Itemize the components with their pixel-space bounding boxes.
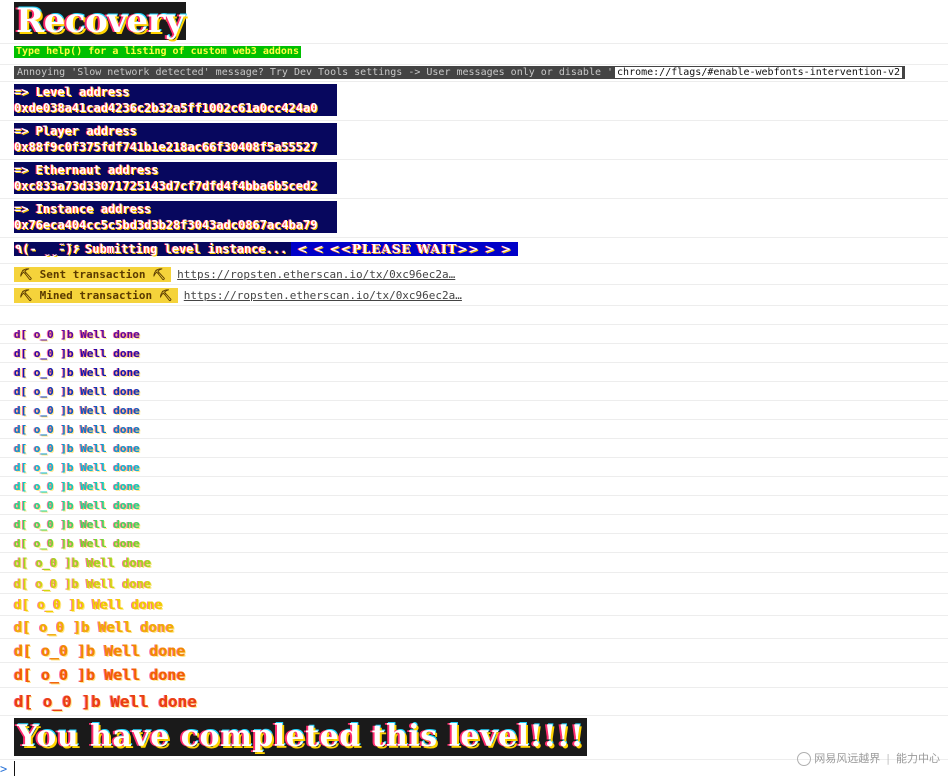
well-done-message: d[ o_0 ]b Well done: [14, 556, 152, 570]
annoying-text: Annoying 'Slow network detected' message…: [17, 67, 614, 78]
well-done-message: d[ o_0 ]b Well done: [14, 423, 140, 436]
watermark-left-text: 网易风远越界: [814, 752, 881, 765]
well-done-message: d[ o_0 ]b Well done: [14, 480, 140, 493]
well-done-row: d[ o_0 ]b Well done: [0, 363, 948, 382]
instance-address-value: 0x76eca404cc5c5bd3d3b28f3043adc0867ac4ba…: [14, 218, 318, 232]
well-done-row: d[ o_0 ]b Well done: [0, 515, 948, 534]
well-done-row: d[ o_0 ]b Well done: [0, 688, 948, 716]
ethernaut-address-value: 0xc833a73d33071725143d7cf7dfd4f4bba6b5ce…: [14, 179, 318, 193]
watermark: 网易风远越界 | 能力中心: [797, 750, 940, 766]
well-done-message: d[ o_0 ]b Well done: [14, 642, 186, 660]
submitting-face: ٩(- ̮̮̃-̃)۶: [14, 242, 82, 256]
console-row-title: Recovery: [0, 0, 948, 44]
level-title: Recovery: [14, 1, 187, 41]
well-done-message: d[ o_0 ]b Well done: [14, 366, 140, 379]
console-row-instance-address: => Instance address 0x76eca404cc5c5bd3d3…: [0, 199, 948, 238]
console-row-help: Type help() for a listing of custom web3…: [0, 44, 948, 65]
well-done-row: d[ o_0 ]b Well done: [0, 439, 948, 458]
sent-transaction-message: ⛏ Sent transaction ⛏ https://ropsten.ethe…: [14, 267, 455, 283]
well-done-row: d[ o_0 ]b Well done: [0, 639, 948, 663]
annoying-message: Annoying 'Slow network detected' message…: [14, 66, 905, 79]
well-done-row: d[ o_0 ]b Well done: [0, 534, 948, 553]
submitting-text: Submitting level instance...: [81, 242, 292, 256]
well-done-row: d[ o_0 ]b Well done: [0, 477, 948, 496]
well-done-row: d[ o_0 ]b Well done: [0, 344, 948, 363]
well-done-message: d[ o_0 ]b Well done: [14, 442, 140, 455]
well-done-row: d[ o_0 ]b Well done: [0, 401, 948, 420]
submitting-message: ٩(- ̮̮̃-̃)۶ Submitting level instance... <…: [14, 240, 518, 258]
player-address-value: 0x88f9c0f375fdf741b1e218ac66f30408f5a555…: [14, 140, 318, 154]
well-done-message: d[ o_0 ]b Well done: [14, 385, 140, 398]
mined-transaction-badge: ⛏ Mined transaction ⛏: [14, 288, 178, 303]
player-address-label: => Player address: [14, 124, 137, 138]
help-message: Type help() for a listing of custom web3…: [14, 46, 301, 58]
player-address-block: => Player address 0x88f9c0f375fdf741b1e2…: [14, 123, 337, 155]
well-done-message: d[ o_0 ]b Well done: [14, 328, 140, 341]
console-row-level-address: => Level address 0xde038a41cad4236c2b32a…: [0, 82, 948, 121]
circle-logo-icon: [797, 752, 812, 766]
chrome-flag-link[interactable]: chrome://flags/#enable-webfonts-interven…: [615, 67, 902, 78]
well-done-row: d[ o_0 ]b Well done: [0, 616, 948, 639]
well-done-row: d[ o_0 ]b Well done: [0, 458, 948, 477]
well-done-message: d[ o_0 ]b Well done: [14, 537, 140, 550]
mined-transaction-message: ⛏ Mined transaction ⛏ https://ropsten.eth…: [14, 288, 462, 304]
console-row-mined-transaction: ⛏ Mined transaction ⛏ https://ropsten.eth…: [0, 285, 948, 306]
well-done-message: d[ o_0 ]b Well done: [14, 577, 152, 591]
well-done-message: d[ o_0 ]b Well done: [14, 347, 140, 360]
console-row-annoying: Annoying 'Slow network detected' message…: [0, 65, 948, 82]
console-input-caret[interactable]: [14, 761, 15, 776]
console-row-ethernaut-address: => Ethernaut address 0xc833a73d330717251…: [0, 160, 948, 199]
chevron-right-icon: >: [0, 762, 8, 776]
well-done-row: d[ o_0 ]b Well done: [0, 420, 948, 439]
watermark-right-text: 能力中心: [896, 752, 940, 765]
well-done-row: d[ o_0 ]b Well done: [0, 573, 948, 594]
sent-transaction-badge: ⛏ Sent transaction ⛏: [14, 267, 172, 282]
well-done-row: d[ o_0 ]b Well done: [0, 663, 948, 688]
well-done-row: d[ o_0 ]b Well done: [0, 325, 948, 344]
well-done-message: d[ o_0 ]b Well done: [14, 666, 186, 684]
console-row-submitting: ٩(- ̮̮̃-̃)۶ Submitting level instance... <…: [0, 238, 948, 264]
level-address-value: 0xde038a41cad4236c2b32a5ff1002c61a0cc424…: [14, 101, 318, 115]
mined-transaction-link[interactable]: https://ropsten.etherscan.io/tx/0xc96ec2…: [184, 289, 462, 302]
please-wait-banner: < < <<PLEASE WAIT>> > >: [291, 242, 518, 256]
ethernaut-address-label: => Ethernaut address: [14, 163, 159, 177]
instance-address-label: => Instance address: [14, 202, 152, 216]
well-done-message: d[ o_0 ]b Well done: [14, 461, 140, 474]
sent-transaction-link[interactable]: https://ropsten.etherscan.io/tx/0xc96ec2…: [177, 268, 455, 281]
watermark-separator: |: [886, 752, 890, 765]
well-done-message: d[ o_0 ]b Well done: [14, 692, 198, 711]
well-done-message: d[ o_0 ]b Well done: [14, 404, 140, 417]
instance-address-block: => Instance address 0x76eca404cc5c5bd3d3…: [14, 201, 337, 233]
well-done-row: d[ o_0 ]b Well done: [0, 382, 948, 401]
well-done-message: d[ o_0 ]b Well done: [14, 620, 175, 636]
ethernaut-address-block: => Ethernaut address 0xc833a73d330717251…: [14, 162, 337, 194]
well-done-row: d[ o_0 ]b Well done: [0, 496, 948, 515]
level-address-block: => Level address 0xde038a41cad4236c2b32a…: [14, 84, 337, 116]
well-done-row: d[ o_0 ]b Well done: [0, 594, 948, 616]
level-complete-banner: You have completed this level!!!!: [14, 718, 588, 756]
level-address-label: => Level address: [14, 85, 130, 99]
console-row-empty: [0, 306, 948, 325]
console-row-player-address: => Player address 0x88f9c0f375fdf741b1e2…: [0, 121, 948, 160]
console-row-sent-transaction: ⛏ Sent transaction ⛏ https://ropsten.ethe…: [0, 264, 948, 285]
well-done-row: d[ o_0 ]b Well done: [0, 553, 948, 573]
well-done-message: d[ o_0 ]b Well done: [14, 598, 163, 613]
well-done-message: d[ o_0 ]b Well done: [14, 518, 140, 531]
well-done-message: d[ o_0 ]b Well done: [14, 499, 140, 512]
